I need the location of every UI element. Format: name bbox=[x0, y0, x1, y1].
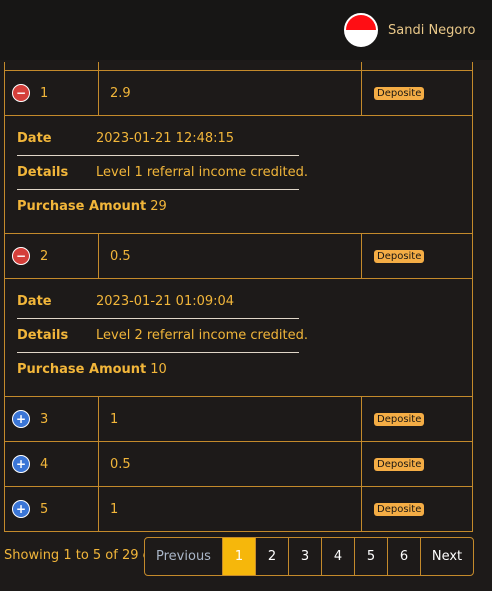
row-details: Date 2023-01-21 01:09:04 Details Level 2… bbox=[5, 279, 472, 397]
detail-purchase-label: Purchase Amount bbox=[17, 362, 147, 377]
detail-details-label: Details bbox=[17, 328, 69, 343]
row-index: 1 bbox=[40, 85, 49, 101]
detail-purchase-value: 10 bbox=[150, 362, 167, 377]
page-button-4[interactable]: 4 bbox=[322, 538, 355, 575]
expand-row-icon[interactable]: + bbox=[12, 455, 30, 473]
type-badge: Deposite bbox=[374, 412, 425, 426]
expand-row-icon[interactable]: + bbox=[12, 410, 30, 428]
detail-date: Date 2023-01-21 12:48:15 bbox=[17, 122, 234, 155]
row-amount: 0.5 bbox=[110, 248, 131, 264]
collapse-row-icon[interactable]: − bbox=[12, 84, 30, 102]
row-index: 3 bbox=[40, 411, 49, 427]
detail-date-value: 2023-01-21 12:48:15 bbox=[96, 131, 235, 146]
row-index: 2 bbox=[40, 248, 49, 264]
detail-details-value: Level 1 referral income credited. bbox=[96, 165, 308, 180]
table-row[interactable]: + 4 0.5 Deposite bbox=[5, 442, 472, 487]
type-badge: Deposite bbox=[374, 86, 425, 100]
expand-row-icon[interactable]: + bbox=[12, 500, 30, 518]
page-button-3[interactable]: 3 bbox=[289, 538, 322, 575]
row-index: 5 bbox=[40, 501, 49, 517]
detail-purchase: Purchase Amount 29 bbox=[17, 190, 167, 223]
detail-date-value: 2023-01-21 01:09:04 bbox=[96, 294, 235, 309]
table-row[interactable]: + 3 1 Deposite bbox=[5, 397, 472, 442]
table-row-partial bbox=[5, 62, 472, 71]
row-index: 4 bbox=[40, 456, 49, 472]
detail-date-label: Date bbox=[17, 294, 52, 309]
table-row[interactable]: + 5 1 Deposite bbox=[5, 487, 472, 532]
detail-purchase-value: 29 bbox=[150, 199, 167, 214]
pagination: Previous 1 2 3 4 5 6 Next bbox=[144, 537, 474, 576]
page-button-5[interactable]: 5 bbox=[355, 538, 388, 575]
detail-purchase-label: Purchase Amount bbox=[17, 199, 147, 214]
row-details: Date 2023-01-21 12:48:15 Details Level 1… bbox=[5, 116, 472, 234]
detail-details: Details Level 2 referral income credited… bbox=[17, 319, 308, 352]
detail-details: Details Level 1 referral income credited… bbox=[17, 156, 308, 189]
row-amount: 1 bbox=[110, 501, 119, 517]
page-button-1[interactable]: 1 bbox=[223, 538, 256, 575]
row-amount: 0.5 bbox=[110, 456, 131, 472]
detail-details-value: Level 2 referral income credited. bbox=[96, 328, 308, 343]
page-button-6[interactable]: 6 bbox=[388, 538, 421, 575]
detail-date: Date 2023-01-21 01:09:04 bbox=[17, 285, 234, 318]
next-page-button[interactable]: Next bbox=[421, 538, 473, 575]
detail-details-label: Details bbox=[17, 165, 69, 180]
table-row[interactable]: − 1 2.9 Deposite bbox=[5, 71, 472, 116]
detail-date-label: Date bbox=[17, 131, 52, 146]
row-amount: 2.9 bbox=[110, 85, 131, 101]
user-menu[interactable]: Sandi Negoro bbox=[344, 12, 475, 48]
previous-page-button[interactable]: Previous bbox=[145, 538, 223, 575]
user-name: Sandi Negoro bbox=[388, 22, 476, 38]
row-amount: 1 bbox=[110, 411, 119, 427]
type-badge: Deposite bbox=[374, 502, 425, 516]
page-button-2[interactable]: 2 bbox=[256, 538, 289, 575]
type-badge: Deposite bbox=[374, 457, 425, 471]
table-row[interactable]: − 2 0.5 Deposite bbox=[5, 234, 472, 279]
transactions-table: − 1 2.9 Deposite Date 2023-01-21 12:48:1… bbox=[4, 62, 473, 532]
top-bar: Sandi Negoro bbox=[0, 0, 492, 60]
table-info: Showing 1 to 5 of 29 en bbox=[4, 548, 159, 563]
indonesia-flag-icon bbox=[344, 13, 378, 47]
type-badge: Deposite bbox=[374, 249, 425, 263]
detail-purchase: Purchase Amount 10 bbox=[17, 353, 167, 386]
collapse-row-icon[interactable]: − bbox=[12, 247, 30, 265]
